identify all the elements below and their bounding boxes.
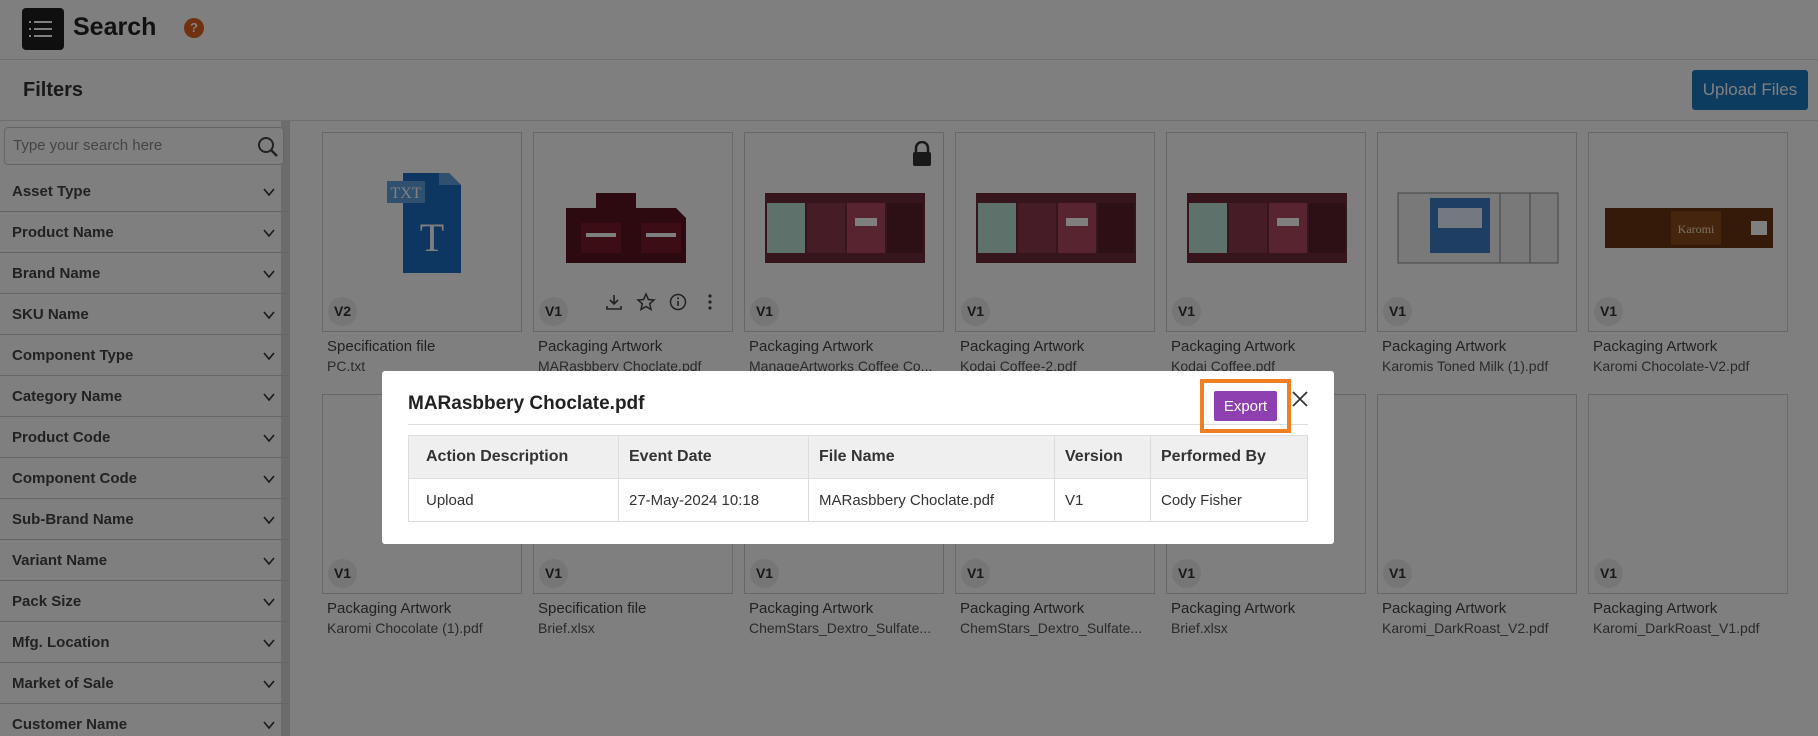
table-row: Upload 27-May-2024 10:18 MARasbbery Choc…	[408, 478, 1308, 522]
audit-history-modal: MARasbbery Choclate.pdf Export Action De…	[382, 371, 1334, 544]
modal-title: MARasbbery Choclate.pdf	[408, 393, 645, 414]
export-button[interactable]: Export	[1214, 391, 1277, 421]
column-header: Performed By	[1150, 435, 1308, 479]
modal-backdrop[interactable]	[0, 0, 1818, 736]
close-icon[interactable]	[1291, 390, 1309, 408]
divider	[408, 424, 1308, 425]
table-header-row: Action Description Event Date File Name …	[408, 435, 1308, 479]
audit-table: Action Description Event Date File Name …	[408, 435, 1308, 522]
column-header: Version	[1054, 435, 1151, 479]
table-cell: MARasbbery Choclate.pdf	[808, 478, 1055, 522]
export-highlight: Export	[1200, 379, 1291, 433]
table-cell: 27-May-2024 10:18	[618, 478, 809, 522]
table-cell: V1	[1054, 478, 1151, 522]
table-cell: Cody Fisher	[1150, 478, 1308, 522]
column-header: File Name	[808, 435, 1055, 479]
table-cell: Upload	[408, 478, 619, 522]
column-header: Action Description	[408, 435, 619, 479]
column-header: Event Date	[618, 435, 809, 479]
